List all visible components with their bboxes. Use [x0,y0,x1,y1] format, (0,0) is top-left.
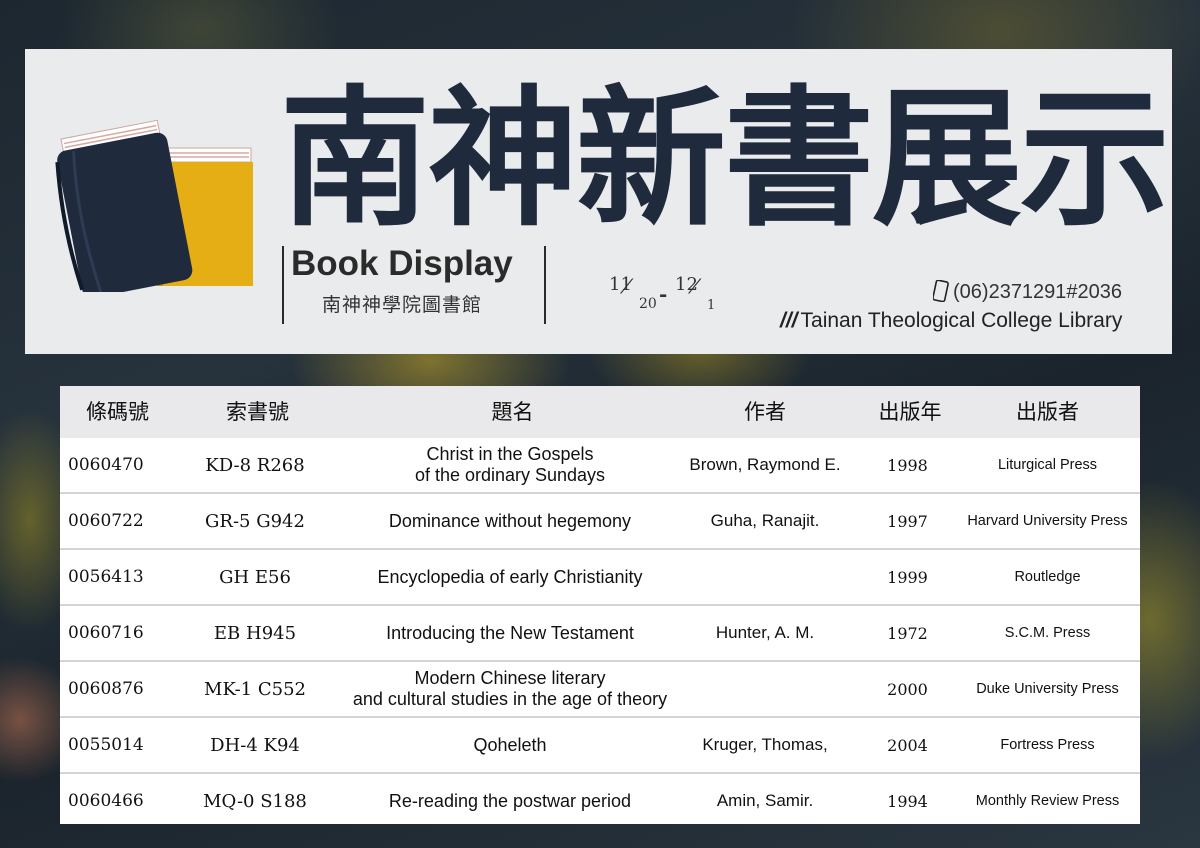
subtitle-en: Book Display [291,244,513,283]
table-row: 0056413 GH E56 Encyclopedia of early Chris… [60,550,1140,606]
title-cell: Dominance without hegemony [330,494,690,548]
publisher-cell: Routledge [1014,569,1081,585]
header-title: 題名 [491,400,534,424]
year-cell: 1999 [887,567,928,587]
header-barcode: 條碼號 [86,400,149,424]
header-publisher: 出版者 [1016,400,1079,424]
title-cell: Encyclopedia of early Christianity [330,550,690,604]
table-row: 0060722 GR-5 G942 Dominance without hegemo… [60,494,1140,550]
display-dates: 11 ⁄ 20 - 12 ⁄ 1 [605,270,725,320]
title-cell: Christ in the Gospels of the ordinary Sun… [330,438,690,492]
call-number-cell: MQ-0 S188 [203,790,307,812]
title-line-1: Dominance without hegemony [388,510,632,531]
table-header: 條碼號 索書號 題名 作者 出版年 出版者 [60,386,1140,438]
books-icon [55,119,253,292]
author-cell [670,662,860,716]
year-cell: 1998 [887,455,928,475]
call-number-cell: GR-5 G942 [205,510,305,532]
title-line-1: Christ in the Gospels [426,444,594,464]
year-cell: 1994 [887,791,928,811]
call-number-cell: EB H945 [213,622,297,644]
title-cell: Modern Chinese literary and cultural stud… [330,662,690,716]
title-line-1: Encyclopedia of early Christianity [377,566,643,587]
barcode-cell: 0060876 [68,679,144,699]
date-slash-icon: ⁄ [625,274,629,298]
barcode-cell: 0060716 [68,623,144,643]
library-name-en: ///Tainan Theological College Library [780,309,1122,333]
title-cell: Introducing the New Testament [330,606,690,660]
year-cell: 1972 [887,623,928,643]
divider-right [544,246,546,324]
title-line-1: Re-reading the postwar period [388,790,632,811]
barcode-cell: 0056413 [68,567,144,587]
start-day: 20 [639,296,657,312]
author-cell: Brown, Raymond E. [689,455,841,474]
table-row: 0055014 DH-4 K94 Qoheleth Kruger, Thomas, 20… [60,718,1140,774]
author-cell: Kruger, Thomas, [702,735,828,754]
call-number-cell: GH E56 [219,566,291,588]
barcode-cell: 0060466 [68,791,144,811]
year-cell: 2004 [887,735,928,755]
title-line-1: Qoheleth [473,734,547,755]
new-books-table: 條碼號 索書號 題名 作者 出版年 出版者 0060470 KD-8 R268 Ch… [60,386,1140,824]
author-cell: Amin, Samir. [716,791,814,810]
barcode-cell: 0060470 [68,455,144,475]
author-cell: Hunter, A. M. [715,623,815,642]
header-call-number: 索書號 [226,400,289,424]
call-number-cell: KD-8 R268 [205,454,305,476]
title-line-1: Modern Chinese literary [414,668,606,688]
table-row: 0060466 MQ-0 S188 Re-reading the postwar p… [60,774,1140,830]
barcode-cell: 0055014 [68,735,144,755]
table-row: 0060470 KD-8 R268 Christ in the Gospels of … [60,438,1140,494]
phone-icon [932,279,949,303]
divider-left [282,246,284,324]
date-slash-icon: ⁄ [693,274,697,298]
title-line-1: Introducing the New Testament [386,622,634,643]
author-cell: Guha, Ranajit. [710,511,820,530]
author-cell [670,550,860,604]
header-author: 作者 [744,400,786,424]
publisher-cell: Harvard University Press [967,513,1128,529]
phone-contact: (06)2371291#2036 [932,279,1123,304]
publisher-cell: Monthly Review Press [975,793,1120,809]
title-line-2: of the ordinary Sundays [414,465,606,485]
page-title: 南神新書展示 [280,73,1170,247]
table-row: 0060876 MK-1 C552 Modern Chinese literary a… [60,662,1140,718]
library-name-en-text: Tainan Theological College Library [800,309,1123,332]
title-cell: Qoheleth [330,718,690,772]
year-cell: 1997 [887,511,928,531]
call-number-cell: MK-1 C552 [204,678,306,700]
table-row: 0060716 EB H945 Introducing the New Testam… [60,606,1140,662]
publisher-cell: Duke University Press [976,681,1119,697]
start-month: 11 [609,274,632,295]
header-year: 出版年 [878,400,942,424]
end-day: 1 [707,298,716,313]
title-line-2: and cultural studies in the age of theor… [352,689,668,709]
call-number-cell: DH-4 K94 [210,734,300,756]
barcode-cell: 0060722 [68,511,144,531]
date-separator: - [659,282,668,306]
publisher-cell: S.C.M. Press [1004,625,1091,641]
pen-icon: /// [780,309,798,332]
publisher-cell: Liturgical Press [997,457,1098,473]
title-cell: Re-reading the postwar period [330,774,690,828]
year-cell: 2000 [887,679,928,699]
phone-number: (06)2371291#2036 [953,281,1123,303]
publisher-cell: Fortress Press [1000,737,1095,753]
library-name-cn: 南神神學院圖書館 [322,294,483,316]
